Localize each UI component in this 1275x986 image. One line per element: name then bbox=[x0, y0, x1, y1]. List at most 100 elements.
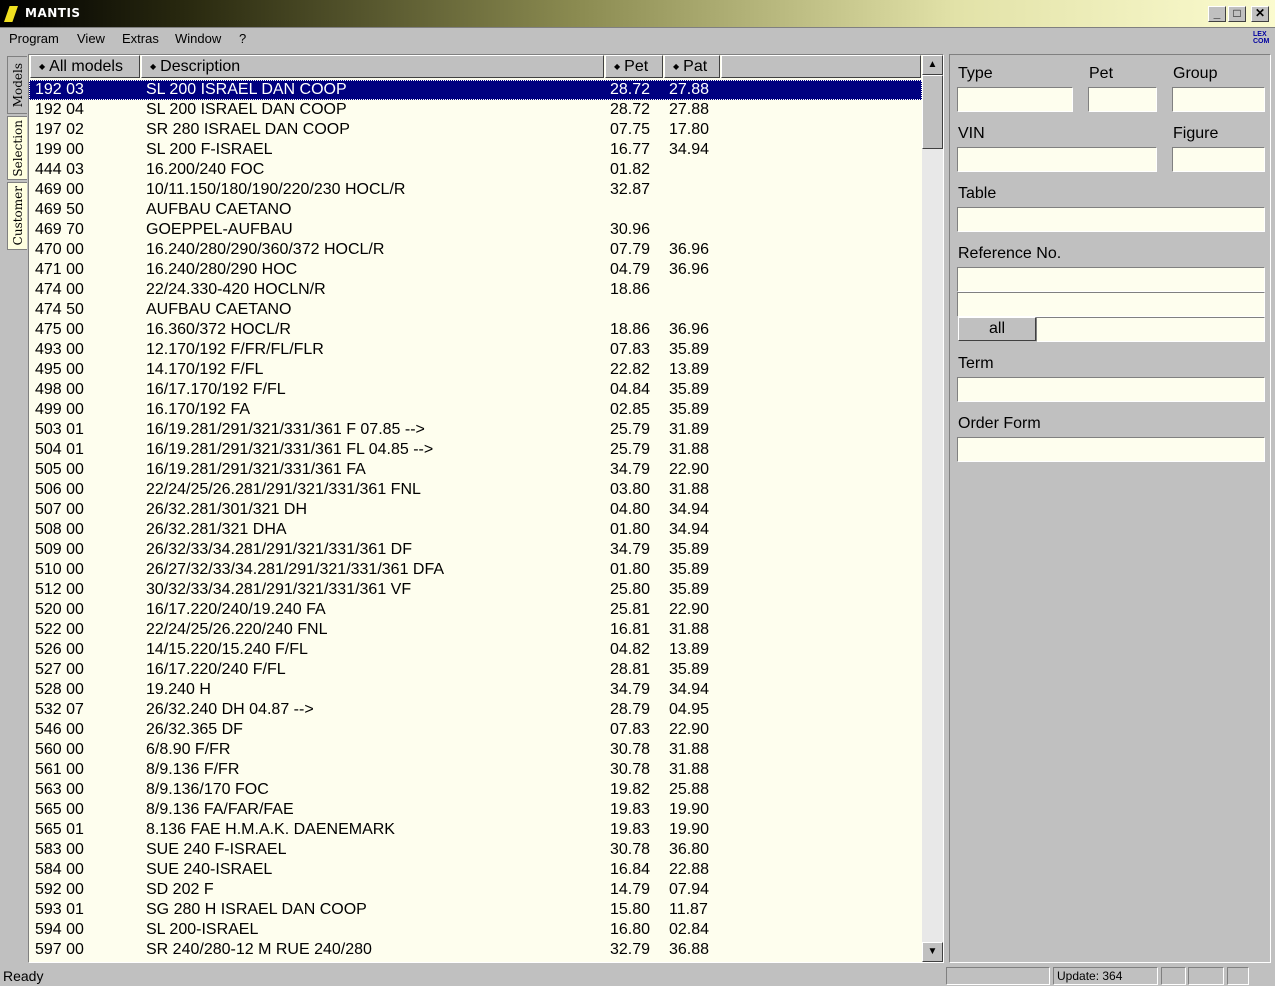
table-row[interactable]: 565 01 8.136 FAE H.M.A.K. DAENEMARK 19.83 1… bbox=[29, 820, 922, 840]
table-row[interactable]: 565 00 8/9.136 FA/FAR/FAE 19.83 19.90 bbox=[29, 800, 922, 820]
description-cell: 26/32.240 DH 04.87 --> bbox=[146, 701, 314, 718]
table-row[interactable]: 192 03 SL 200 ISRAEL DAN COOP 28.72 27.88 bbox=[29, 80, 922, 100]
model-cell: 508 00 bbox=[35, 521, 84, 538]
table-row[interactable]: 493 00 12.170/192 F/FR/FL/FLR 07.83 35.89 bbox=[29, 340, 922, 360]
pat-cell: 31.88 bbox=[669, 761, 710, 778]
table-row[interactable]: 475 00 16.360/372 HOCL/R 18.86 36.96 bbox=[29, 320, 922, 340]
table-row[interactable]: 470 00 16.240/280/290/360/372 HOCL/R 07.79… bbox=[29, 240, 922, 260]
table-row[interactable]: 563 00 8/9.136/170 FOC 19.82 25.88 bbox=[29, 780, 922, 800]
reference-input-3[interactable] bbox=[1036, 317, 1265, 342]
pet-cell: 02.85 bbox=[610, 401, 651, 418]
pet-cell: 16.77 bbox=[610, 141, 651, 158]
pet-cell: 30.96 bbox=[610, 221, 651, 238]
table-row[interactable]: 504 01 16/19.281/291/321/331/361 FL 04.85… bbox=[29, 440, 922, 460]
table-row[interactable]: 594 00 SL 200-ISRAEL 16.80 02.84 bbox=[29, 920, 922, 940]
table-row[interactable]: 499 00 16.170/192 FA 02.85 35.89 bbox=[29, 400, 922, 420]
vin-input[interactable] bbox=[957, 147, 1157, 172]
column-header-pat[interactable]: ◆ Pat bbox=[664, 55, 720, 78]
status-cell-3 bbox=[1161, 967, 1186, 985]
pet-input[interactable] bbox=[1088, 87, 1157, 112]
table-row[interactable]: 474 50 AUFBAU CAETANO bbox=[29, 300, 922, 320]
order-form-input[interactable] bbox=[957, 437, 1265, 462]
table-row[interactable]: 199 00 SL 200 F-ISRAEL 16.77 34.94 bbox=[29, 140, 922, 160]
tab-selection-label: Selection bbox=[10, 119, 25, 177]
menu-help[interactable]: ? bbox=[239, 31, 246, 46]
table-row[interactable]: 520 00 16/17.220/240/19.240 FA 25.81 22.90 bbox=[29, 600, 922, 620]
description-cell: 14/15.220/15.240 F/FL bbox=[146, 641, 308, 658]
table-row[interactable]: 471 00 16.240/280/290 HOC 04.79 36.96 bbox=[29, 260, 922, 280]
table-row[interactable]: 469 50 AUFBAU CAETANO bbox=[29, 200, 922, 220]
group-input[interactable] bbox=[1172, 87, 1265, 112]
table-row[interactable]: 561 00 8/9.136 F/FR 30.78 31.88 bbox=[29, 760, 922, 780]
type-input[interactable] bbox=[957, 87, 1073, 112]
pet-cell: 25.81 bbox=[610, 601, 651, 618]
table-input[interactable] bbox=[957, 207, 1265, 232]
table-row[interactable]: 527 00 16/17.220/240 F/FL 28.81 35.89 bbox=[29, 660, 922, 680]
table-row[interactable]: 546 00 26/32.365 DF 07.83 22.90 bbox=[29, 720, 922, 740]
description-cell: 16/19.281/291/321/331/361 FL 04.85 --> bbox=[146, 441, 434, 458]
pat-cell: 31.89 bbox=[669, 421, 710, 438]
menu-window[interactable]: Window bbox=[175, 31, 221, 46]
table-row[interactable]: 469 70 GOEPPEL-AUFBAU 30.96 bbox=[29, 220, 922, 240]
table-row[interactable]: 510 00 26/27/32/33/34.281/291/321/331/361… bbox=[29, 560, 922, 580]
maximize-button[interactable]: □ bbox=[1228, 6, 1246, 22]
pet-cell: 34.79 bbox=[610, 541, 651, 558]
vertical-scrollbar[interactable]: ▲ ▼ bbox=[922, 55, 943, 962]
table-row[interactable]: 508 00 26/32.281/321 DHA 01.80 34.94 bbox=[29, 520, 922, 540]
menu-program[interactable]: Program bbox=[9, 31, 59, 46]
table-row[interactable]: 495 00 14.170/192 F/FL 22.82 13.89 bbox=[29, 360, 922, 380]
model-cell: 503 01 bbox=[35, 421, 84, 438]
all-button[interactable]: all bbox=[958, 317, 1036, 341]
table-row[interactable]: 505 00 16/19.281/291/321/331/361 FA 34.79 2… bbox=[29, 460, 922, 480]
model-cell: 506 00 bbox=[35, 481, 84, 498]
pet-cell: 04.84 bbox=[610, 381, 651, 398]
table-row[interactable]: 522 00 22/24/25/26.220/240 FNL 16.81 31.88 bbox=[29, 620, 922, 640]
scroll-thumb[interactable] bbox=[922, 75, 943, 149]
table-row[interactable]: 197 02 SR 280 ISRAEL DAN COOP 07.75 17.80 bbox=[29, 120, 922, 140]
table-row[interactable]: 469 00 10/11.150/180/190/220/230 HOCL/R 32… bbox=[29, 180, 922, 200]
table-row[interactable]: 498 00 16/17.170/192 F/FL 04.84 35.89 bbox=[29, 380, 922, 400]
table-row[interactable]: 592 00 SD 202 F 14.79 07.94 bbox=[29, 880, 922, 900]
close-button[interactable]: ✕ bbox=[1251, 6, 1269, 22]
pet-cell: 04.79 bbox=[610, 261, 651, 278]
table-row[interactable]: 512 00 30/32/33/34.281/291/321/331/361 VF… bbox=[29, 580, 922, 600]
model-cell: 199 00 bbox=[35, 141, 84, 158]
column-header-description[interactable]: ◆ Description bbox=[141, 55, 604, 78]
table-row[interactable]: 192 04 SL 200 ISRAEL DAN COOP 28.72 27.88 bbox=[29, 100, 922, 120]
tab-models[interactable]: Models bbox=[7, 56, 27, 114]
table-row[interactable]: 526 00 14/15.220/15.240 F/FL 04.82 13.89 bbox=[29, 640, 922, 660]
tab-selection[interactable]: Selection bbox=[7, 116, 27, 180]
minimize-button[interactable]: _ bbox=[1208, 6, 1226, 22]
table-row[interactable]: 506 00 22/24/25/26.281/291/321/331/361 FN… bbox=[29, 480, 922, 500]
scroll-up-arrow-icon[interactable]: ▲ bbox=[922, 55, 943, 75]
pet-cell: 30.78 bbox=[610, 761, 651, 778]
figure-input[interactable] bbox=[1172, 147, 1265, 172]
pet-cell: 18.86 bbox=[610, 281, 651, 298]
table-row[interactable]: 503 01 16/19.281/291/321/331/361 F 07.85 … bbox=[29, 420, 922, 440]
column-header-models-label: All models bbox=[49, 58, 123, 75]
menu-view[interactable]: View bbox=[77, 31, 105, 46]
reference-input-1[interactable] bbox=[957, 267, 1265, 292]
model-cell: 561 00 bbox=[35, 761, 84, 778]
column-header-pet[interactable]: ◆ Pet bbox=[605, 55, 663, 78]
scroll-down-arrow-icon[interactable]: ▼ bbox=[922, 942, 943, 962]
reference-input-2[interactable] bbox=[957, 292, 1265, 317]
table-row[interactable]: 509 00 26/32/33/34.281/291/321/331/361 DF… bbox=[29, 540, 922, 560]
table-row[interactable]: 528 00 19.240 H 34.79 34.94 bbox=[29, 680, 922, 700]
model-cell: 469 00 bbox=[35, 181, 84, 198]
table-row[interactable]: 444 03 16.200/240 FOC 01.82 bbox=[29, 160, 922, 180]
table-row[interactable]: 593 01 SG 280 H ISRAEL DAN COOP 15.80 11.87 bbox=[29, 900, 922, 920]
table-row[interactable]: 560 00 6/8.90 F/FR 30.78 31.88 bbox=[29, 740, 922, 760]
table-row[interactable]: 474 00 22/24.330-420 HOCLN/R 18.86 bbox=[29, 280, 922, 300]
menu-extras[interactable]: Extras bbox=[122, 31, 159, 46]
table-row[interactable]: 584 00 SUE 240-ISRAEL 16.84 22.88 bbox=[29, 860, 922, 880]
table-row[interactable]: 507 00 26/32.281/301/321 DH 04.80 34.94 bbox=[29, 500, 922, 520]
column-header-models[interactable]: ◆ All models bbox=[30, 55, 140, 78]
pet-cell: 28.72 bbox=[610, 81, 651, 98]
tab-customer[interactable]: Customer bbox=[7, 182, 27, 250]
pat-cell: 34.94 bbox=[669, 681, 710, 698]
table-row[interactable]: 583 00 SUE 240 F-ISRAEL 30.78 36.80 bbox=[29, 840, 922, 860]
table-row[interactable]: 532 07 26/32.240 DH 04.87 --> 28.79 04.95 bbox=[29, 700, 922, 720]
term-input[interactable] bbox=[957, 377, 1265, 402]
table-row[interactable]: 597 00 SR 240/280-12 M RUE 240/280 32.79 36… bbox=[29, 940, 922, 960]
